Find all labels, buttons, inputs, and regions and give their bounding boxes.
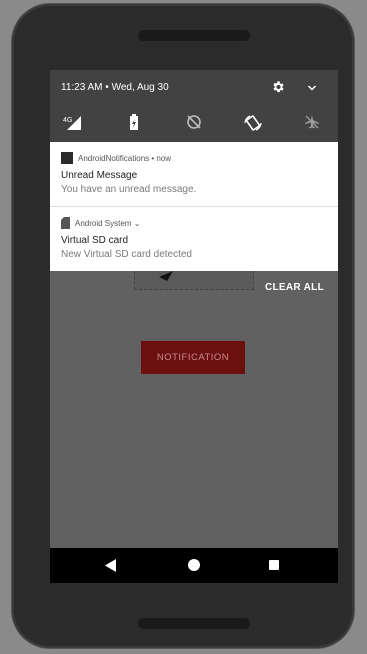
quick-settings-header: 11:23 AM • Wed, Aug 30 4G [50, 70, 338, 142]
notification-text: New Virtual SD card detected [61, 249, 192, 260]
sd-card-icon [61, 217, 70, 229]
airplane-mode-icon[interactable] [304, 114, 320, 135]
clear-all-button[interactable]: CLEAR ALL [265, 282, 324, 293]
phone-frame: CLEAR ALL NOTIFICATION 11:23 AM • Wed, A… [12, 4, 354, 648]
navigation-bar [50, 548, 338, 583]
screen: CLEAR ALL NOTIFICATION 11:23 AM • Wed, A… [50, 70, 338, 583]
notification-title: Virtual SD card [61, 235, 129, 246]
notification-unread-message[interactable]: AndroidNotifications • now Unread Messag… [50, 142, 338, 207]
gear-icon[interactable] [271, 80, 285, 94]
notification-app-name: AndroidNotifications • now [78, 153, 172, 163]
signal-icon[interactable]: 4G [63, 114, 83, 137]
recent-apps-icon[interactable] [269, 560, 279, 570]
notification-app-name: Android System ⌄ [75, 218, 141, 228]
time-date: 11:23 AM • Wed, Aug 30 [61, 82, 169, 93]
notification-title: Unread Message [61, 170, 138, 181]
chevron-down-icon[interactable] [306, 82, 318, 94]
app-icon [61, 152, 73, 164]
notification-text: You have an unread message. [61, 184, 197, 195]
quick-settings-row: 4G [50, 114, 338, 136]
do-not-disturb-icon[interactable] [186, 114, 202, 135]
bottom-speaker [138, 618, 250, 629]
notification-button[interactable]: NOTIFICATION [141, 341, 245, 374]
auto-rotate-icon[interactable] [244, 114, 262, 137]
svg-text:4G: 4G [63, 117, 72, 124]
notification-virtual-sd-card[interactable]: Android System ⌄ Virtual SD card New Vir… [50, 207, 338, 271]
home-icon[interactable] [188, 559, 200, 571]
back-icon[interactable] [105, 559, 117, 572]
notification-header: Android System ⌄ [61, 217, 140, 229]
top-speaker [138, 30, 250, 41]
notification-header: AndroidNotifications • now [61, 152, 171, 164]
battery-icon[interactable] [128, 114, 140, 137]
